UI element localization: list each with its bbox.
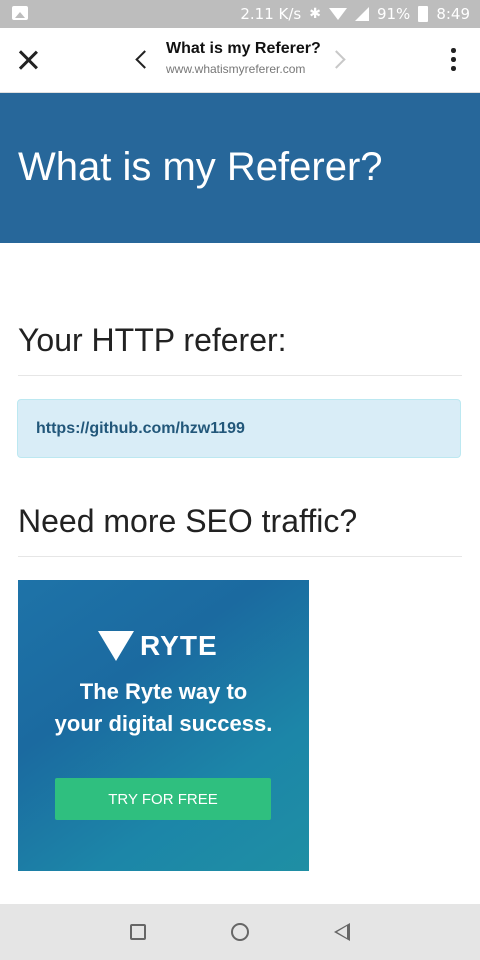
back-icon[interactable] xyxy=(130,48,154,72)
battery-icon xyxy=(418,6,429,22)
close-icon[interactable] xyxy=(14,46,42,74)
referer-value-box: https://github.com/hzw1199 xyxy=(17,399,461,458)
signal-icon xyxy=(354,7,369,21)
seo-section-title: Need more SEO traffic? xyxy=(18,503,358,539)
page-title: What is my Referer? xyxy=(166,40,321,57)
ryte-logo-icon xyxy=(98,631,134,661)
referer-section-title: Your HTTP referer: xyxy=(18,322,287,358)
hero-heading: What is my Referer? xyxy=(18,145,383,189)
divider xyxy=(18,556,462,557)
battery-percent: 91% xyxy=(376,5,411,23)
recents-icon[interactable] xyxy=(130,924,146,940)
home-icon[interactable] xyxy=(231,923,249,941)
wifi-icon xyxy=(328,8,347,20)
bluetooth-icon: ✱ xyxy=(309,6,321,22)
ryte-brand-text: RYTE xyxy=(140,630,218,661)
ad-tagline-line2: your digital success. xyxy=(54,711,273,736)
clock: 8:49 xyxy=(436,5,470,23)
divider xyxy=(18,375,462,376)
system-nav-bar xyxy=(0,904,480,960)
ad-tagline: The Ryte way to your digital success. xyxy=(18,676,309,740)
page-title-block: What is my Referer? www.whatismyreferer.… xyxy=(166,40,326,76)
page-url: www.whatismyreferer.com xyxy=(166,62,306,76)
ad-tagline-line1: The Ryte way to xyxy=(79,679,248,704)
status-right: 2.11 K/s ✱ 91% 8:49 xyxy=(240,5,470,23)
hero-banner: What is my Referer? xyxy=(0,93,480,243)
network-speed: 2.11 K/s xyxy=(240,5,302,23)
try-for-free-button[interactable]: TRY FOR FREE xyxy=(55,778,271,820)
referer-value: https://github.com/hzw1199 xyxy=(36,420,245,437)
ryte-logo: RYTE xyxy=(98,630,218,662)
ryte-ad-banner[interactable]: RYTE The Ryte way to your digital succes… xyxy=(18,580,309,871)
gallery-icon xyxy=(12,6,28,20)
status-bar: 2.11 K/s ✱ 91% 8:49 xyxy=(0,0,480,28)
browser-toolbar: What is my Referer? www.whatismyreferer.… xyxy=(0,28,480,93)
more-vert-icon[interactable] xyxy=(446,48,460,74)
forward-icon[interactable] xyxy=(328,48,352,72)
back-icon[interactable] xyxy=(334,923,350,941)
